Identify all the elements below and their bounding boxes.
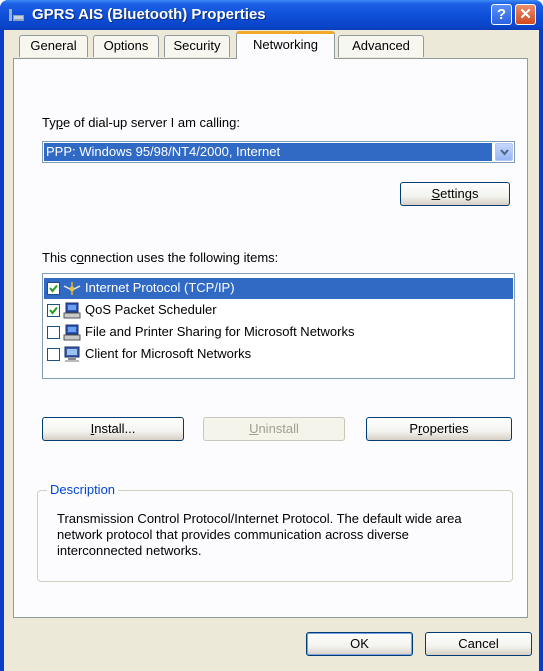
tab-general[interactable]: General bbox=[19, 35, 88, 57]
list-item-tcpip[interactable]: Internet Protocol (TCP/IP) bbox=[44, 278, 513, 299]
list-item-label: Internet Protocol (TCP/IP) bbox=[85, 280, 235, 295]
network-client-icon bbox=[64, 346, 80, 362]
description-title: Description bbox=[47, 482, 119, 497]
install-button[interactable]: Install... bbox=[42, 417, 184, 441]
tab-options[interactable]: Options bbox=[93, 35, 159, 57]
components-label: This connection uses the following items… bbox=[42, 250, 279, 265]
uninstall-button[interactable]: Uninstall bbox=[203, 417, 345, 441]
server-type-label: Type of dial-up server I am calling: bbox=[42, 115, 240, 130]
list-item-client-ms-networks[interactable]: Client for Microsoft Networks bbox=[44, 344, 513, 365]
checkbox-tcpip[interactable] bbox=[47, 282, 60, 295]
server-type-dropdown[interactable]: PPP: Windows 95/98/NT4/2000, Internet bbox=[42, 141, 515, 163]
checkbox-file-printer-sharing[interactable] bbox=[47, 326, 60, 339]
list-item-file-printer-sharing[interactable]: File and Printer Sharing for Microsoft N… bbox=[44, 322, 513, 343]
network-connection-icon bbox=[9, 9, 24, 21]
settings-button[interactable]: Settings bbox=[400, 182, 510, 206]
ok-button[interactable]: OK bbox=[306, 632, 413, 656]
dropdown-arrow-button[interactable] bbox=[495, 143, 513, 161]
tab-security[interactable]: Security bbox=[164, 35, 230, 57]
checkbox-client-ms-networks[interactable] bbox=[47, 348, 60, 361]
list-item-label: Client for Microsoft Networks bbox=[85, 346, 252, 361]
help-button[interactable]: ? bbox=[491, 4, 512, 25]
chevron-down-icon bbox=[500, 149, 509, 156]
server-type-selected: PPP: Windows 95/98/NT4/2000, Internet bbox=[44, 143, 492, 161]
network-service-icon bbox=[63, 324, 81, 341]
protocol-icon bbox=[63, 282, 81, 295]
components-list[interactable]: Internet Protocol (TCP/IP) QoS Packet Sc… bbox=[42, 273, 515, 379]
checkmark-icon bbox=[49, 284, 58, 293]
window-title: GPRS AIS (Bluetooth) Properties bbox=[32, 6, 266, 23]
description-text: Transmission Control Protocol/Internet P… bbox=[57, 511, 462, 558]
checkbox-qos[interactable] bbox=[47, 304, 60, 317]
list-item-qos[interactable]: QoS Packet Scheduler bbox=[44, 300, 513, 321]
close-button[interactable]: ✕ bbox=[515, 4, 536, 25]
list-item-label: File and Printer Sharing for Microsoft N… bbox=[85, 324, 355, 339]
properties-button[interactable]: Properties bbox=[366, 417, 512, 441]
checkmark-icon bbox=[49, 306, 58, 315]
list-item-label: QoS Packet Scheduler bbox=[85, 302, 217, 317]
cancel-button[interactable]: Cancel bbox=[425, 632, 532, 656]
network-service-icon bbox=[63, 302, 81, 319]
title-bar[interactable]: GPRS AIS (Bluetooth) Properties ? ✕ bbox=[0, 0, 543, 30]
tab-networking[interactable]: Networking bbox=[236, 31, 335, 59]
tab-advanced[interactable]: Advanced bbox=[338, 35, 424, 57]
